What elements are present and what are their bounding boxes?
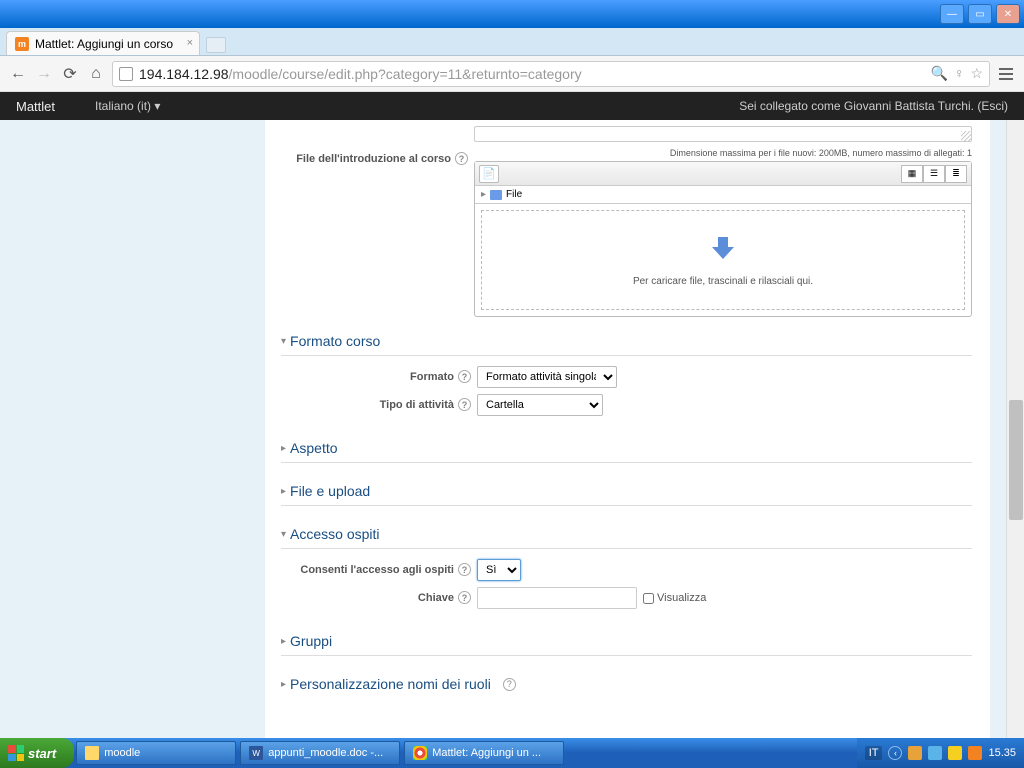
add-file-button[interactable]: 📄	[479, 165, 499, 183]
section-formato-corso[interactable]: ▾ Formato corso	[281, 323, 972, 356]
tipo-attivita-label: Tipo di attività	[380, 399, 454, 411]
url-text: 194.184.12.98/moodle/course/edit.php?cat…	[139, 66, 925, 82]
maximize-button[interactable]: ▭	[968, 4, 992, 24]
chrome-icon	[413, 746, 427, 760]
resize-handle-icon[interactable]	[961, 131, 971, 141]
logout-link[interactable]: Esci	[981, 99, 1004, 113]
close-tab-icon[interactable]: ×	[187, 37, 193, 49]
download-arrow-icon	[708, 233, 738, 268]
help-icon[interactable]: ?	[458, 370, 471, 383]
help-icon[interactable]: ?	[458, 563, 471, 576]
chiave-label: Chiave	[418, 592, 454, 604]
summary-editor[interactable]	[474, 126, 972, 142]
tray-expand-icon[interactable]: ‹	[888, 746, 902, 760]
file-manager: 📄 ▦ ☰ ≣ ▸ File	[474, 161, 972, 317]
scrollbar-thumb[interactable]	[1009, 400, 1023, 520]
new-tab-button[interactable]	[206, 37, 226, 53]
visualizza-checkbox-label[interactable]: Visualizza	[643, 592, 706, 604]
windows-taskbar: start moodle W appunti_moodle.doc -... M…	[0, 738, 1024, 768]
window-titlebar: — ▭ ✕	[0, 0, 1024, 28]
expand-icon: ▸	[281, 486, 286, 497]
browser-toolbar: ← → ⟳ ⌂ 194.184.12.98/moodle/course/edit…	[0, 56, 1024, 92]
tab-title: Mattlet: Aggiungi un corso	[35, 37, 173, 51]
file-path-bar[interactable]: ▸ File	[475, 186, 971, 204]
site-header: Mattlet Italiano (it) ▾ Sei collegato co…	[0, 92, 1024, 120]
section-aspetto[interactable]: ▸ Aspetto	[281, 430, 972, 463]
word-icon: W	[249, 746, 263, 760]
home-button[interactable]: ⌂	[86, 64, 106, 84]
search-icon[interactable]: 🔍	[931, 65, 948, 82]
help-icon[interactable]: ?	[455, 152, 468, 165]
tray-icon[interactable]	[908, 746, 922, 760]
password-icon[interactable]: ♀	[954, 65, 965, 82]
view-tree-button[interactable]: ≣	[945, 165, 967, 183]
course-form: File dell'introduzione al corso ? Dimens…	[265, 120, 990, 768]
clock[interactable]: 15.35	[988, 747, 1016, 759]
browser-tab[interactable]: m Mattlet: Aggiungi un corso ×	[6, 31, 200, 55]
expand-icon: ▸	[281, 636, 286, 647]
site-brand[interactable]: Mattlet	[16, 99, 55, 114]
windows-logo-icon	[8, 745, 24, 761]
browser-tab-strip: m Mattlet: Aggiungi un corso ×	[0, 28, 1024, 56]
start-button[interactable]: start	[0, 738, 74, 768]
formato-select[interactable]: Formato attività singola	[477, 366, 617, 388]
expand-icon: ▸	[281, 443, 286, 454]
file-manager-toolbar: 📄 ▦ ☰ ≣	[475, 162, 971, 186]
expand-icon: ▸	[281, 679, 286, 690]
language-indicator[interactable]: IT	[865, 746, 883, 760]
system-tray: IT ‹ 15.35	[857, 738, 1024, 768]
collapse-icon: ▾	[281, 529, 286, 540]
tray-icon[interactable]	[968, 746, 982, 760]
back-button[interactable]: ←	[8, 64, 28, 84]
intro-files-label: File dell'introduzione al corso	[296, 153, 451, 165]
section-file-upload[interactable]: ▸ File e upload	[281, 473, 972, 506]
site-info-icon[interactable]	[119, 67, 133, 81]
folder-icon	[85, 746, 99, 760]
taskbar-item-explorer[interactable]: moodle	[76, 741, 236, 765]
close-window-button[interactable]: ✕	[996, 4, 1020, 24]
section-personalizzazione[interactable]: ▸ Personalizzazione nomi dei ruoli ?	[281, 666, 972, 698]
section-accesso-ospiti[interactable]: ▾ Accesso ospiti	[281, 516, 972, 549]
bookmark-star-icon[interactable]: ☆	[970, 65, 983, 82]
url-bar[interactable]: 194.184.12.98/moodle/course/edit.php?cat…	[112, 61, 990, 87]
consenti-label: Consenti l'accesso agli ospiti	[300, 564, 454, 576]
tray-icon[interactable]	[948, 746, 962, 760]
tray-icon[interactable]	[928, 746, 942, 760]
chrome-menu-button[interactable]	[996, 64, 1016, 84]
section-gruppi[interactable]: ▸ Gruppi	[281, 623, 972, 656]
page-body: File dell'introduzione al corso ? Dimens…	[0, 120, 1024, 768]
view-list-button[interactable]: ☰	[923, 165, 945, 183]
language-menu[interactable]: Italiano (it) ▾	[95, 99, 160, 113]
taskbar-item-chrome[interactable]: Mattlet: Aggiungi un ...	[404, 741, 564, 765]
file-limits-note: Dimensione massima per i file nuovi: 200…	[474, 148, 972, 158]
vertical-scrollbar[interactable]	[1006, 120, 1024, 768]
tipo-attivita-select[interactable]: Cartella	[477, 394, 603, 416]
help-icon[interactable]: ?	[458, 398, 471, 411]
visualizza-checkbox[interactable]	[643, 593, 654, 604]
minimize-button[interactable]: —	[940, 4, 964, 24]
help-icon[interactable]: ?	[503, 678, 516, 691]
reload-button[interactable]: ⟳	[60, 64, 80, 84]
chiave-input[interactable]	[477, 587, 637, 609]
collapse-icon: ▾	[281, 336, 286, 347]
login-info: Sei collegato come Giovanni Battista Tur…	[739, 99, 1008, 113]
formato-label: Formato	[410, 371, 454, 383]
forward-button[interactable]: →	[34, 64, 54, 84]
view-icons-button[interactable]: ▦	[901, 165, 923, 183]
consenti-accesso-select[interactable]: Sì	[477, 559, 521, 581]
folder-icon	[490, 190, 502, 200]
help-icon[interactable]: ?	[458, 591, 471, 604]
moodle-favicon-icon: m	[15, 37, 29, 51]
user-profile-link[interactable]: Giovanni Battista Turchi	[844, 99, 971, 113]
file-drop-zone[interactable]: Per caricare file, trascinali e rilascia…	[481, 210, 965, 310]
taskbar-item-word[interactable]: W appunti_moodle.doc -...	[240, 741, 400, 765]
